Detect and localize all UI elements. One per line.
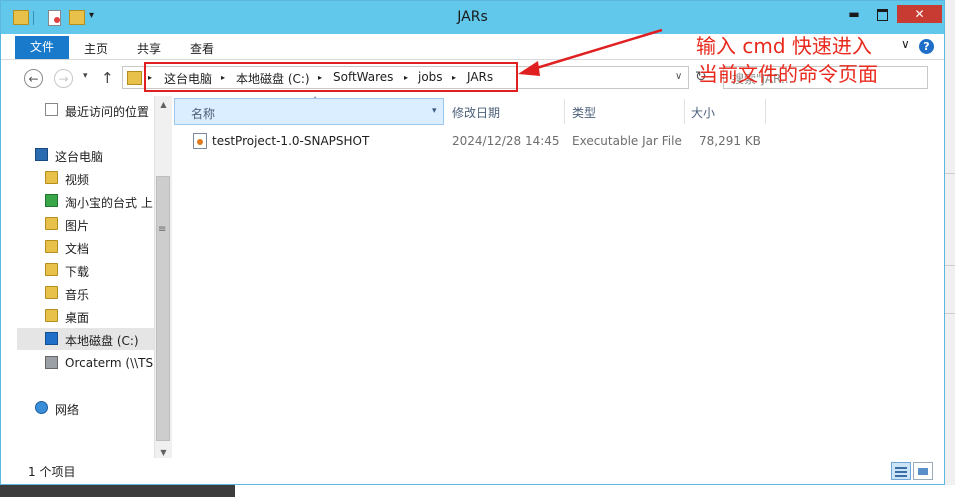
host-icon: [45, 194, 58, 207]
chevron-down-icon[interactable]: ▾: [432, 106, 437, 116]
sidebar-item-downloads[interactable]: 下载: [17, 259, 154, 281]
sidebar-item-label: 这台电脑: [55, 150, 104, 164]
sidebar-item-label: 下载: [65, 265, 90, 279]
tab-file[interactable]: 文件: [15, 36, 69, 59]
file-date: 2024/12/28 14:45: [452, 134, 560, 148]
up-button[interactable]: ↑: [101, 69, 114, 87]
tab-share[interactable]: 共享: [137, 40, 161, 57]
sidebar-item-label: Orcaterm (\\TS(: [65, 356, 154, 370]
annotation-highlight-box: [144, 62, 518, 92]
divider: [765, 99, 766, 124]
videos-folder-icon: [45, 171, 58, 184]
network-icon: [35, 401, 48, 414]
maximize-button[interactable]: [869, 5, 895, 23]
sidebar-item-orcaterm[interactable]: Orcaterm (\\TS(: [17, 352, 154, 374]
drive-icon: [45, 332, 58, 345]
recent-locations-dropdown[interactable]: ▾: [83, 71, 88, 81]
computer-icon: [35, 148, 48, 161]
file-row[interactable]: testProject-1.0-SNAPSHOT 2024/12/28 14:4…: [174, 131, 774, 153]
sidebar-item-this-pc[interactable]: 这台电脑: [17, 144, 154, 166]
annotation-text-line1: 输入 cmd 快速进入: [696, 34, 872, 58]
status-bar: 1 个项目: [1, 458, 944, 484]
background-window-edge: [945, 0, 955, 497]
sidebar-item-label: 图片: [65, 219, 90, 233]
scroll-up-button[interactable]: ▲: [155, 96, 172, 113]
file-name: testProject-1.0-SNAPSHOT: [212, 134, 370, 148]
column-label: 名称: [191, 107, 216, 121]
forward-button[interactable]: →: [54, 69, 73, 88]
sidebar-item-label: 最近访问的位置: [65, 105, 150, 119]
sidebar-item-music[interactable]: 音乐: [17, 282, 154, 304]
jar-file-icon: [193, 133, 207, 149]
back-button[interactable]: ←: [24, 69, 43, 88]
scroll-thumb[interactable]: [156, 176, 170, 441]
sidebar-item-label: 文档: [65, 242, 90, 256]
sidebar-item-label: 淘小宝的台式 上: [65, 196, 153, 210]
column-label: 修改日期: [452, 106, 501, 120]
address-dropdown[interactable]: ∨: [675, 71, 682, 82]
folder-icon: [127, 71, 142, 85]
column-header-name[interactable]: 名称 ▾: [174, 98, 444, 125]
sidebar-item-label: 网络: [55, 403, 80, 417]
column-label: 类型: [572, 106, 597, 120]
sidebar-item-label: 视频: [65, 173, 90, 187]
sidebar-item-recent[interactable]: 最近访问的位置: [17, 99, 154, 121]
scroll-grip-icon: ≡: [158, 224, 167, 235]
documents-folder-icon: [45, 240, 58, 253]
column-header-type[interactable]: 类型: [565, 98, 684, 125]
large-icons-view-button[interactable]: [913, 462, 933, 480]
tab-view[interactable]: 查看: [190, 40, 214, 57]
desktop-folder-icon: [45, 309, 58, 322]
maximize-icon: [876, 8, 888, 21]
sidebar-item-label: 本地磁盘 (C:): [65, 334, 139, 348]
close-button[interactable]: ✕: [897, 5, 942, 23]
ribbon-collapse-button[interactable]: ∨: [901, 37, 910, 51]
sidebar-item-documents[interactable]: 文档: [17, 236, 154, 258]
sidebar-item-pictures[interactable]: 图片: [17, 213, 154, 235]
recent-icon: [45, 103, 58, 116]
annotation-text-line2: 当前文件的命令页面: [698, 62, 878, 86]
sidebar-item-local-disk[interactable]: 本地磁盘 (C:): [17, 328, 154, 350]
column-header-date[interactable]: 修改日期: [444, 98, 564, 125]
file-type: Executable Jar File: [572, 134, 682, 148]
sidebar-item-network[interactable]: 网络: [17, 397, 154, 419]
help-icon[interactable]: ?: [919, 39, 934, 54]
sidebar-item-label: 音乐: [65, 288, 90, 302]
music-folder-icon: [45, 286, 58, 299]
network-drive-icon: [45, 356, 58, 369]
sidebar-item-host[interactable]: 淘小宝的台式 上: [17, 190, 154, 212]
details-view-button[interactable]: [891, 462, 911, 480]
downloads-folder-icon: [45, 263, 58, 276]
navigation-pane: 最近访问的位置 这台电脑 视频 淘小宝的台式 上 图片 文档 下载 音乐 桌面 …: [17, 96, 154, 456]
window-title: JARs: [457, 9, 488, 25]
annotation-arrow: [518, 28, 663, 76]
sidebar-item-label: 桌面: [65, 311, 90, 325]
tab-home[interactable]: 主页: [84, 40, 108, 57]
column-label: 大小: [691, 106, 716, 120]
sidebar-item-desktop[interactable]: 桌面: [17, 305, 154, 327]
item-count: 1 个项目: [28, 465, 76, 479]
column-header-size[interactable]: 大小: [685, 98, 765, 125]
file-size: 78,291 KB: [699, 134, 761, 148]
sidebar-item-videos[interactable]: 视频: [17, 167, 154, 189]
taskbar-edge: [0, 485, 955, 497]
pictures-folder-icon: [45, 217, 58, 230]
minimize-button[interactable]: ▬: [841, 5, 867, 23]
sidebar-scrollbar[interactable]: ▲ ≡ ▼: [154, 96, 172, 461]
